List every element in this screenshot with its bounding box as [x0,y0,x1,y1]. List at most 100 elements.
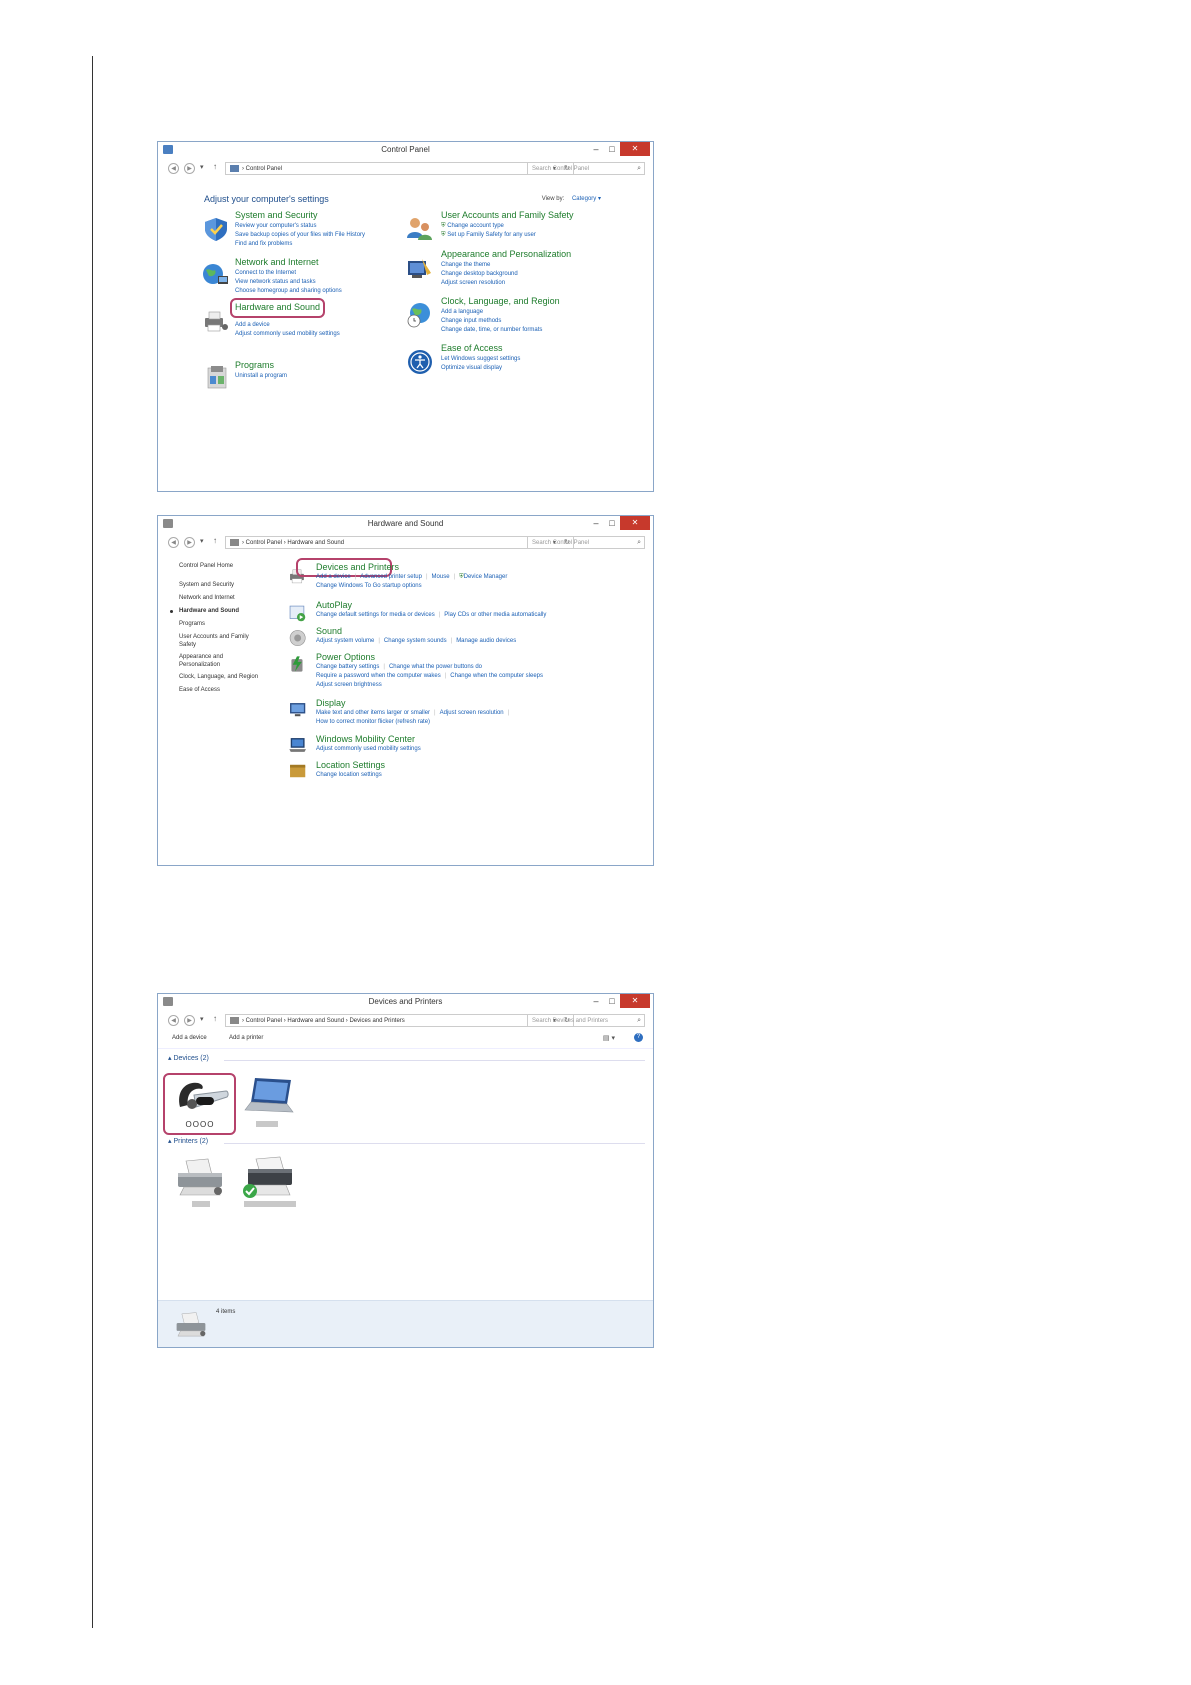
default-printer-icon[interactable] [240,1155,298,1201]
help-icon[interactable]: ? [634,1033,643,1042]
minimize-button[interactable]: – [589,142,603,156]
category-link[interactable]: Uninstall a program [235,372,287,381]
section-title[interactable]: AutoPlay [316,600,546,611]
section-link[interactable]: Adjust screen resolution [440,710,504,716]
section-link[interactable]: Change when the computer sleeps [450,673,543,679]
laptop-icon[interactable] [241,1076,296,1118]
category-link[interactable]: Find and fix problems [235,240,365,249]
category-link[interactable]: View network status and tasks [235,278,342,287]
section-link[interactable]: Make text and other items larger or smal… [316,710,430,716]
speaker-icon[interactable] [288,629,308,647]
back-button[interactable]: ◀ [168,537,179,548]
headset-icon[interactable] [172,1077,230,1117]
category-link[interactable]: Change date, time, or number formats [441,326,560,335]
printers-group-header[interactable]: ▴ Printers (2) [168,1137,208,1145]
location-icon[interactable] [288,762,308,780]
sidebar-item-programs[interactable]: Programs [179,618,284,631]
address-bar[interactable]: › Control Panel › Hardware and Sound › D… [225,1014,574,1027]
search-input[interactable]: Search Control Panel ⌕ [527,162,645,175]
up-arrow-icon[interactable]: ↑ [213,1014,217,1023]
maximize-button[interactable]: □ [605,516,619,530]
sidebar-item-appearance[interactable]: Appearance and Personalization [179,651,249,671]
section-link[interactable]: Adjust commonly used mobility settings [316,745,421,754]
back-button[interactable]: ◀ [168,163,179,174]
programs-icon[interactable] [204,364,231,390]
network-globe-icon[interactable] [202,262,229,288]
close-button[interactable]: ✕ [620,994,650,1008]
sidebar-item-system-security[interactable]: System and Security [179,579,284,592]
category-link[interactable]: Change desktop background [441,270,571,279]
hardware-printer-icon[interactable] [202,308,229,334]
category-link[interactable]: Change input methods [441,317,560,326]
add-device-button[interactable]: Add a device [172,1035,207,1041]
up-arrow-icon[interactable]: ↑ [213,536,217,545]
category-link[interactable]: Adjust screen resolution [441,279,571,288]
category-title[interactable]: Network and Internet [235,257,342,268]
section-title[interactable]: Display [316,698,513,709]
category-link[interactable]: Add a language [441,308,560,317]
section-title[interactable]: Location Settings [316,760,385,771]
section-title[interactable]: Windows Mobility Center [316,734,421,745]
section-link[interactable]: Require a password when the computer wak… [316,673,441,679]
section-link[interactable]: Device Manager [464,574,508,580]
category-title[interactable]: System and Security [235,210,365,221]
sidebar-item-home[interactable]: Control Panel Home [179,560,284,573]
minimize-button[interactable]: – [589,994,603,1008]
category-link[interactable]: Connect to the Internet [235,269,342,278]
forward-button[interactable]: ▶ [184,537,195,548]
sidebar-item-clock[interactable]: Clock, Language, and Region [179,671,284,684]
category-title[interactable]: User Accounts and Family Safety [441,210,574,221]
section-link[interactable]: Change location settings [316,771,385,780]
maximize-button[interactable]: □ [605,142,619,156]
breadcrumb-control-panel[interactable]: Control Panel [246,166,282,172]
view-options-icon[interactable]: ▤ ▾ [603,1034,615,1042]
maximize-button[interactable]: □ [605,994,619,1008]
breadcrumb-hardware-sound[interactable]: Hardware and Sound [287,540,344,546]
section-link[interactable]: Mouse [432,574,450,580]
search-icon[interactable]: ⌕ [637,163,641,175]
close-button[interactable]: ✕ [620,516,650,530]
section-link[interactable]: Change Windows To Go startup options [316,582,507,591]
section-link[interactable]: Change system sounds [384,638,447,644]
minimize-button[interactable]: – [589,516,603,530]
search-icon[interactable]: ⌕ [637,1015,641,1027]
section-title[interactable]: Sound [316,626,516,637]
section-link[interactable]: Adjust screen brightness [316,681,543,690]
section-title[interactable]: Devices and Printers [316,562,507,573]
category-link[interactable]: ⛨ Set up Family Safety for any user [441,231,574,240]
category-link[interactable]: Change the theme [441,261,571,270]
category-title[interactable]: Programs [235,360,287,371]
breadcrumb-control-panel[interactable]: Control Panel [246,1018,282,1024]
category-link[interactable]: Choose homegroup and sharing options [235,287,342,296]
back-button[interactable]: ◀ [168,1015,179,1026]
search-input[interactable]: Search Control Panel ⌕ [527,536,645,549]
section-link[interactable]: Manage audio devices [456,638,516,644]
search-icon[interactable]: ⌕ [637,537,641,549]
section-link[interactable]: Change what the power buttons do [389,664,482,670]
sidebar-item-ease[interactable]: Ease of Access [179,684,284,697]
sidebar-item-hardware-sound[interactable]: Hardware and Sound [170,605,284,618]
category-title[interactable]: Clock, Language, and Region [441,296,560,307]
breadcrumb-hardware-sound[interactable]: Hardware and Sound [287,1018,344,1024]
address-bar[interactable]: › Control Panel › Hardware and Sound ▾ ↻ [225,536,574,549]
autoplay-icon[interactable] [288,604,308,622]
fax-printer-icon[interactable] [174,1157,226,1199]
category-link[interactable]: Let Windows suggest settings [441,355,520,364]
section-link[interactable]: Change default settings for media or dev… [316,612,435,618]
recent-pages-icon[interactable]: ▾ [200,1015,204,1023]
view-by-dropdown[interactable]: Category ▾ [572,196,601,202]
category-title[interactable]: Hardware and Sound [235,302,340,313]
section-link[interactable]: How to correct monitor flicker (refresh … [316,718,513,727]
sidebar-item-user-accounts[interactable]: User Accounts and Family Safety [179,631,261,651]
breadcrumb-control-panel[interactable]: Control Panel [246,540,282,546]
devices-group-header[interactable]: ▴ Devices (2) [168,1054,209,1062]
ease-of-access-icon[interactable] [407,349,434,375]
breadcrumb-devices-printers[interactable]: Devices and Printers [349,1018,404,1024]
close-button[interactable]: ✕ [620,142,650,156]
forward-button[interactable]: ▶ [184,1015,195,1026]
category-link[interactable]: Save backup copies of your files with Fi… [235,231,365,240]
user-accounts-icon[interactable] [406,216,433,242]
forward-button[interactable]: ▶ [184,163,195,174]
address-bar[interactable]: › Control Panel ▾ ↻ [225,162,574,175]
system-security-icon[interactable] [203,216,230,242]
